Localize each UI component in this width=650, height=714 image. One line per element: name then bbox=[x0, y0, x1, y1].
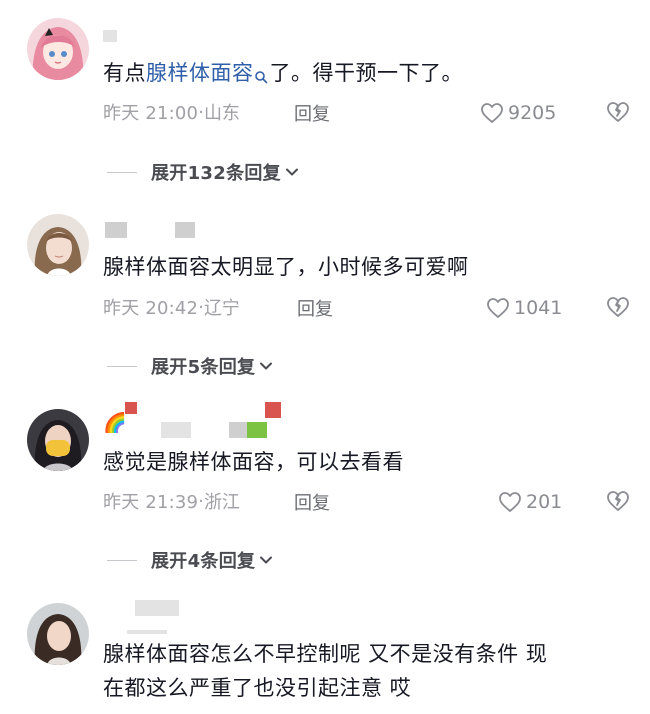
comment-meta: 昨天 21:39 · 浙江 回复 bbox=[103, 489, 330, 515]
comment-text-line: 腺样体面容怎么不早控制呢 又不是没有条件 现 bbox=[103, 642, 548, 666]
comment-text: 感觉是腺样体面容，可以去看看 bbox=[103, 450, 404, 474]
avatar[interactable] bbox=[27, 409, 89, 471]
comment-list: 有点腺样体面容 了。得干预一下了。 昨天 21:00 · 山东 回复 9205 展开1… bbox=[0, 0, 650, 714]
expand-replies-button[interactable]: 展开132条回复 bbox=[107, 159, 300, 185]
expand-replies-label: 展开132条回复 bbox=[151, 163, 281, 184]
search-icon[interactable] bbox=[254, 60, 268, 94]
reply-button[interactable]: 回复 bbox=[297, 295, 333, 321]
comment-meta: 昨天 21:00 · 山东 回复 bbox=[103, 100, 330, 126]
like-button[interactable]: 9205 bbox=[480, 100, 556, 126]
divider-line bbox=[107, 365, 137, 367]
divider-line bbox=[107, 559, 137, 561]
comment-text-prefix: 有点 bbox=[103, 61, 146, 85]
comment-text: 腺样体面容怎么不早控制呢 又不是没有条件 现 在都这么严重了也没引起注意 哎 bbox=[103, 637, 547, 705]
comment-time: 昨天 21:00 bbox=[103, 103, 199, 124]
broken-heart-icon bbox=[607, 297, 629, 317]
reply-button[interactable]: 回复 bbox=[294, 100, 330, 126]
comment-time: 昨天 20:42 bbox=[103, 298, 199, 319]
like-button[interactable]: 1041 bbox=[486, 295, 562, 321]
comment-location: 浙江 bbox=[203, 492, 240, 513]
reply-button[interactable]: 回复 bbox=[294, 489, 330, 515]
expand-replies-label: 展开4条回复 bbox=[151, 551, 256, 572]
expand-replies-button[interactable]: 展开4条回复 bbox=[107, 547, 274, 573]
divider-line bbox=[107, 171, 137, 173]
like-count: 9205 bbox=[508, 102, 557, 124]
expand-replies-label: 展开5条回复 bbox=[151, 357, 256, 378]
like-button[interactable]: 201 bbox=[498, 489, 562, 515]
avatar[interactable] bbox=[27, 18, 89, 80]
like-count: 1041 bbox=[514, 297, 563, 319]
comment-meta: 昨天 20:42 · 辽宁 回复 bbox=[103, 295, 333, 321]
comment-text: 有点腺样体面容 了。得干预一下了。 bbox=[103, 56, 463, 94]
comment-text-suffix: 了。得干预一下了。 bbox=[269, 61, 463, 85]
heart-outline-icon bbox=[487, 298, 509, 318]
heart-outline-icon bbox=[499, 492, 521, 512]
comment-time: 昨天 21:39 bbox=[103, 492, 199, 513]
broken-heart-icon bbox=[607, 491, 629, 511]
comment-location: 山东 bbox=[203, 103, 240, 124]
expand-replies-button[interactable]: 展开5条回复 bbox=[107, 353, 274, 379]
chevron-down-icon bbox=[285, 168, 298, 176]
heart-outline-icon bbox=[481, 103, 503, 123]
comment-text-line: 在都这么严重了也没引起注意 哎 bbox=[103, 676, 412, 700]
dislike-button[interactable] bbox=[605, 489, 631, 515]
comment-text: 腺样体面容太明显了，小时候多可爱啊 bbox=[103, 255, 469, 279]
like-count: 201 bbox=[526, 491, 563, 513]
comment-location: 辽宁 bbox=[203, 298, 240, 319]
broken-heart-icon bbox=[607, 102, 629, 122]
dislike-button[interactable] bbox=[605, 295, 631, 321]
keyword-link[interactable]: 腺样体面容 bbox=[146, 61, 254, 85]
dislike-button[interactable] bbox=[605, 100, 631, 126]
chevron-down-icon bbox=[260, 362, 273, 370]
rainbow-emoji: 🌈 bbox=[103, 412, 127, 434]
chevron-down-icon bbox=[260, 556, 273, 564]
avatar[interactable] bbox=[27, 214, 89, 276]
avatar[interactable] bbox=[27, 603, 89, 665]
